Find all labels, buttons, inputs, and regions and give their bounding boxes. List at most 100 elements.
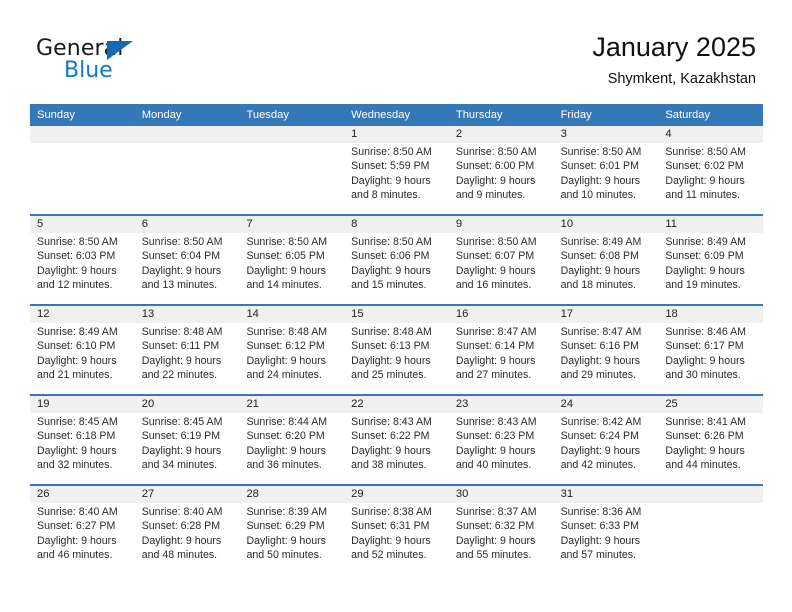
day-cell[interactable]: 24 Sunrise: 8:42 AM Sunset: 6:24 PM Dayligh… bbox=[554, 396, 659, 484]
calendar-week-row: 1 Sunrise: 8:50 AM Sunset: 5:59 PM Daylight… bbox=[30, 126, 763, 214]
day-detail-line: Sunrise: 8:48 AM bbox=[246, 326, 328, 338]
day-number: 14 bbox=[246, 308, 259, 320]
day-details: Sunrise: 8:37 AM Sunset: 6:32 PM Daylight:… bbox=[456, 505, 547, 563]
day-cell[interactable]: 31 Sunrise: 8:36 AM Sunset: 6:33 PM Dayligh… bbox=[554, 486, 659, 574]
day-cell[interactable]: 10 Sunrise: 8:49 AM Sunset: 6:08 PM Dayligh… bbox=[554, 216, 659, 304]
day-cell[interactable]: 20 Sunrise: 8:45 AM Sunset: 6:19 PM Dayligh… bbox=[135, 396, 240, 484]
day-number bbox=[142, 126, 233, 143]
day-details: Sunrise: 8:43 AM Sunset: 6:22 PM Daylight:… bbox=[351, 415, 442, 473]
day-detail-line: Sunrise: 8:50 AM bbox=[351, 146, 432, 158]
day-detail-line: and 34 minutes. bbox=[141, 459, 218, 472]
day-cell-empty bbox=[239, 126, 344, 214]
day-detail-line: Sunset: 6:23 PM bbox=[455, 430, 535, 443]
day-cell[interactable]: 8 Sunrise: 8:50 AM Sunset: 6:06 PM Daylight… bbox=[344, 216, 449, 304]
day-number: 30 bbox=[455, 488, 469, 500]
day-detail-line: and 55 minutes. bbox=[455, 549, 532, 562]
weekday-header-sunday: Sunday bbox=[37, 109, 75, 121]
day-detail-line: Sunrise: 8:45 AM bbox=[141, 416, 223, 428]
day-cell[interactable]: 7 Sunrise: 8:50 AM Sunset: 6:05 PM Daylight… bbox=[239, 216, 344, 304]
day-cell[interactable]: 1 Sunrise: 8:50 AM Sunset: 5:59 PM Daylight… bbox=[344, 126, 449, 214]
day-detail-line: Sunset: 6:07 PM bbox=[455, 250, 535, 263]
day-details: Sunrise: 8:50 AM Sunset: 6:07 PM Daylight:… bbox=[456, 235, 547, 293]
day-cell[interactable]: 22 Sunrise: 8:43 AM Sunset: 6:22 PM Dayligh… bbox=[344, 396, 449, 484]
day-cell[interactable]: 25 Sunrise: 8:41 AM Sunset: 6:26 PM Dayligh… bbox=[658, 396, 763, 484]
day-detail-line: Sunrise: 8:36 AM bbox=[560, 506, 642, 518]
day-cell[interactable]: 16 Sunrise: 8:47 AM Sunset: 6:14 PM Dayligh… bbox=[449, 306, 554, 394]
day-cell[interactable]: 23 Sunrise: 8:43 AM Sunset: 6:23 PM Dayligh… bbox=[449, 396, 554, 484]
day-cell[interactable]: 3 Sunrise: 8:50 AM Sunset: 6:01 PM Daylight… bbox=[554, 126, 659, 214]
day-cell[interactable]: 30 Sunrise: 8:37 AM Sunset: 6:32 PM Dayligh… bbox=[449, 486, 554, 574]
day-detail-line: Sunset: 6:28 PM bbox=[141, 520, 221, 533]
day-details: Sunrise: 8:50 AM Sunset: 6:04 PM Daylight:… bbox=[142, 235, 233, 293]
day-cell[interactable]: 6 Sunrise: 8:50 AM Sunset: 6:04 PM Daylight… bbox=[135, 216, 240, 304]
general-blue-logo: General Blue bbox=[36, 36, 186, 86]
day-cell[interactable]: 17 Sunrise: 8:47 AM Sunset: 6:16 PM Dayligh… bbox=[554, 306, 659, 394]
day-details: Sunrise: 8:39 AM Sunset: 6:29 PM Daylight:… bbox=[246, 505, 337, 563]
day-detail-line: Sunrise: 8:48 AM bbox=[141, 326, 223, 338]
day-number: 20 bbox=[141, 398, 155, 410]
day-details: Sunrise: 8:44 AM Sunset: 6:20 PM Daylight:… bbox=[246, 415, 337, 473]
day-cell[interactable]: 5 Sunrise: 8:50 AM Sunset: 6:03 PM Daylight… bbox=[30, 216, 135, 304]
day-detail-line: Daylight: 9 hours bbox=[141, 534, 222, 547]
day-number: 15 bbox=[351, 308, 364, 320]
day-number: 28 bbox=[246, 488, 259, 500]
day-details: Sunrise: 8:49 AM Sunset: 6:09 PM Daylight:… bbox=[665, 235, 756, 293]
day-detail-line: Daylight: 9 hours bbox=[560, 174, 641, 187]
day-cell[interactable]: 26 Sunrise: 8:40 AM Sunset: 6:27 PM Dayligh… bbox=[30, 486, 135, 574]
calendar-weeks: 1 Sunrise: 8:50 AM Sunset: 5:59 PM Daylight… bbox=[30, 126, 763, 574]
day-cell[interactable]: 29 Sunrise: 8:38 AM Sunset: 6:31 PM Dayligh… bbox=[344, 486, 449, 574]
day-cell[interactable]: 27 Sunrise: 8:40 AM Sunset: 6:28 PM Dayligh… bbox=[135, 486, 240, 574]
day-detail-line: Sunset: 6:05 PM bbox=[246, 250, 325, 263]
day-detail-line: Daylight: 9 hours bbox=[37, 264, 117, 277]
day-detail-line: Daylight: 9 hours bbox=[665, 354, 745, 367]
day-detail-line: Sunrise: 8:50 AM bbox=[560, 146, 642, 158]
day-cell[interactable]: 15 Sunrise: 8:48 AM Sunset: 6:13 PM Dayligh… bbox=[344, 306, 449, 394]
day-details: Sunrise: 8:45 AM Sunset: 6:18 PM Daylight:… bbox=[37, 415, 128, 473]
day-details: Sunrise: 8:49 AM Sunset: 6:08 PM Daylight:… bbox=[561, 235, 652, 293]
day-detail-line: Sunset: 6:01 PM bbox=[560, 160, 639, 173]
day-detail-line: and 57 minutes. bbox=[560, 549, 636, 562]
day-detail-line: Sunrise: 8:37 AM bbox=[455, 506, 537, 518]
day-details: Sunrise: 8:38 AM Sunset: 6:31 PM Daylight:… bbox=[351, 505, 442, 563]
logo-word-blue: Blue bbox=[64, 58, 113, 83]
day-cell[interactable]: 4 Sunrise: 8:50 AM Sunset: 6:02 PM Daylight… bbox=[658, 126, 763, 214]
day-detail-line: Sunrise: 8:41 AM bbox=[665, 416, 746, 428]
day-cell[interactable]: 13 Sunrise: 8:48 AM Sunset: 6:11 PM Dayligh… bbox=[135, 306, 240, 394]
day-cell[interactable]: 9 Sunrise: 8:50 AM Sunset: 6:07 PM Daylight… bbox=[449, 216, 554, 304]
day-number: 12 bbox=[37, 308, 50, 320]
day-cell[interactable]: 21 Sunrise: 8:44 AM Sunset: 6:20 PM Dayligh… bbox=[239, 396, 344, 484]
day-detail-line: Sunset: 6:12 PM bbox=[246, 340, 325, 353]
day-detail-line: Daylight: 9 hours bbox=[455, 534, 536, 547]
day-number: 21 bbox=[246, 398, 259, 410]
day-detail-line: Daylight: 9 hours bbox=[246, 354, 326, 367]
page-title: January 2025 bbox=[592, 32, 756, 62]
day-number bbox=[37, 126, 128, 143]
day-cell[interactable]: 18 Sunrise: 8:46 AM Sunset: 6:17 PM Dayligh… bbox=[658, 306, 763, 394]
day-detail-line: Daylight: 9 hours bbox=[560, 354, 641, 367]
day-cell[interactable]: 28 Sunrise: 8:39 AM Sunset: 6:29 PM Dayligh… bbox=[239, 486, 344, 574]
day-cell[interactable]: 19 Sunrise: 8:45 AM Sunset: 6:18 PM Dayligh… bbox=[30, 396, 135, 484]
day-cell[interactable]: 14 Sunrise: 8:48 AM Sunset: 6:12 PM Dayligh… bbox=[239, 306, 344, 394]
calendar-week-cells: 1 Sunrise: 8:50 AM Sunset: 5:59 PM Daylight… bbox=[30, 126, 763, 214]
calendar-week-row: 26 Sunrise: 8:40 AM Sunset: 6:27 PM Dayligh… bbox=[30, 484, 763, 574]
title-block: January 2025 Shymkent, Kazakhstan bbox=[592, 30, 756, 89]
day-detail-line: Sunrise: 8:49 AM bbox=[665, 236, 746, 248]
day-cell[interactable]: 2 Sunrise: 8:50 AM Sunset: 6:00 PM Daylight… bbox=[449, 126, 554, 214]
day-detail-line: Daylight: 9 hours bbox=[246, 264, 326, 277]
day-detail-line: and 10 minutes. bbox=[560, 189, 636, 202]
day-detail-line: and 29 minutes. bbox=[560, 369, 636, 382]
day-details: Sunrise: 8:48 AM Sunset: 6:11 PM Daylight:… bbox=[142, 325, 233, 383]
day-cell[interactable]: 11 Sunrise: 8:49 AM Sunset: 6:09 PM Dayligh… bbox=[658, 216, 763, 304]
day-detail-line: Daylight: 9 hours bbox=[560, 264, 641, 277]
day-detail-line: Sunset: 6:17 PM bbox=[665, 340, 744, 353]
day-cell[interactable]: 12 Sunrise: 8:49 AM Sunset: 6:10 PM Dayligh… bbox=[30, 306, 135, 394]
day-details: Sunrise: 8:48 AM Sunset: 6:12 PM Daylight:… bbox=[246, 325, 337, 383]
day-number: 5 bbox=[37, 218, 44, 230]
day-detail-line: and 24 minutes. bbox=[246, 369, 322, 382]
day-number bbox=[665, 486, 756, 503]
day-cell-empty bbox=[658, 486, 763, 574]
day-number: 26 bbox=[37, 488, 50, 500]
day-details: Sunrise: 8:50 AM Sunset: 6:06 PM Daylight:… bbox=[351, 235, 442, 293]
day-detail-line: Sunrise: 8:40 AM bbox=[37, 506, 118, 518]
day-detail-line: Sunrise: 8:43 AM bbox=[455, 416, 537, 428]
